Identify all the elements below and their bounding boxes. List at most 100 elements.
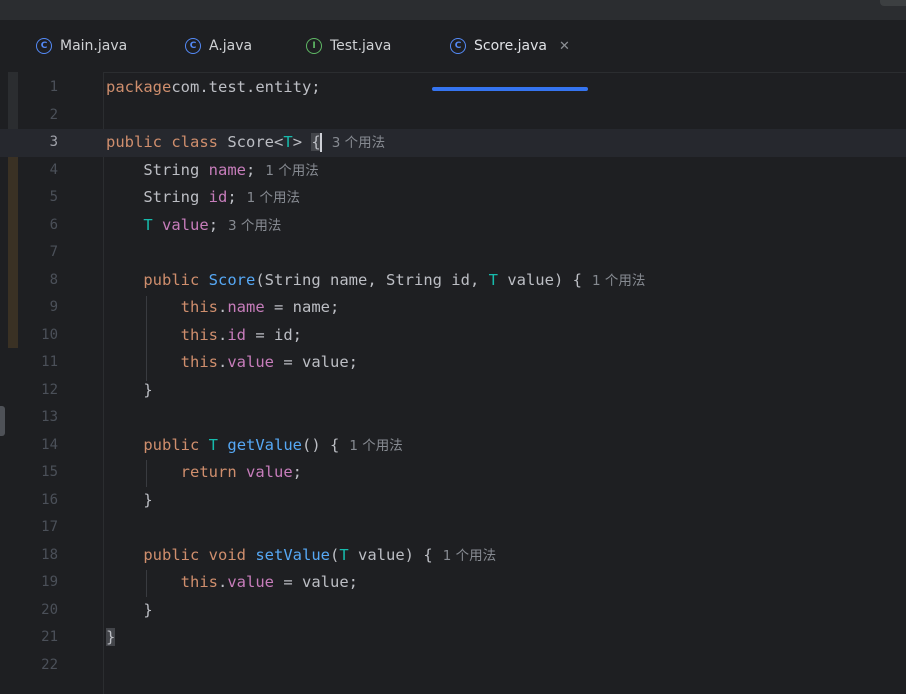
- code-token: = name;: [264, 298, 340, 316]
- line-number: 14: [41, 436, 58, 453]
- code-token: public: [143, 545, 200, 564]
- tab-test[interactable]: I Test.java: [306, 20, 391, 72]
- usages-hint[interactable]: 1 个用法: [255, 163, 318, 179]
- line-number: 11: [41, 354, 58, 370]
- code-line[interactable]: 22: [0, 652, 906, 680]
- tab-label: Main.java: [60, 38, 128, 54]
- line-number: 13: [41, 409, 58, 425]
- code-token: public: [106, 133, 162, 151]
- code-line[interactable]: 16 }: [0, 487, 906, 515]
- code-token: value) {: [497, 270, 582, 289]
- line-number: 4: [49, 161, 58, 178]
- code-text: public T getValue() {1 个用法: [106, 432, 402, 461]
- code-line[interactable]: 14 public T getValue() {1 个用法: [0, 432, 906, 460]
- code-text: this.value = value;: [106, 569, 358, 597]
- code-token: public: [143, 435, 200, 454]
- usages-hint[interactable]: 3 个用法: [218, 218, 281, 234]
- editor-tab-bar: C Main.java C A.java I Test.java C Score…: [0, 20, 906, 91]
- code-line[interactable]: 8 public Score(String name, String id, T…: [0, 267, 906, 295]
- line-number: 2: [49, 106, 58, 123]
- code-token: = id;: [246, 325, 302, 344]
- line-number: 5: [49, 189, 58, 205]
- code-text: packagecom.test.entity;: [106, 74, 321, 102]
- line-number: 22: [41, 656, 58, 673]
- code-token: ;: [245, 160, 256, 179]
- code-token: .: [217, 325, 228, 344]
- code-line[interactable]: 4 String name; 1 个用法: [0, 157, 906, 185]
- usages-hint[interactable]: 1 个用法: [582, 273, 645, 289]
- code-token: ;: [292, 463, 303, 481]
- code-line[interactable]: 19 this.value = value;: [0, 569, 906, 597]
- close-icon[interactable]: ✕: [559, 39, 570, 54]
- code-token: this: [180, 298, 218, 316]
- code-line[interactable]: 21}: [0, 624, 906, 652]
- code-token: String: [106, 188, 209, 206]
- code-line[interactable]: 1 packagecom.test.entity;: [0, 74, 906, 102]
- code-token: return: [180, 463, 237, 481]
- code-text: this.id = id;: [106, 322, 302, 350]
- usages-hint[interactable]: 1 个用法: [237, 190, 300, 206]
- code-line[interactable]: 13: [0, 404, 906, 432]
- window-corner-control[interactable]: [880, 0, 906, 6]
- line-number: 12: [41, 381, 58, 398]
- tab-main[interactable]: C Main.java: [36, 20, 127, 72]
- line-number: 9: [49, 299, 58, 315]
- code-token: name: [208, 160, 246, 179]
- line-number: 20: [41, 601, 58, 618]
- code-line[interactable]: 12 }: [0, 377, 906, 405]
- line-number: 7: [49, 244, 58, 260]
- code-token: = value;: [274, 573, 358, 591]
- code-line[interactable]: 20 }: [0, 597, 906, 625]
- line-number: 16: [41, 491, 58, 508]
- code-line[interactable]: 9 this.name = name;: [0, 294, 906, 322]
- code-token: ;: [227, 188, 237, 206]
- code-text: public class Score<T> {3 个用法: [106, 129, 385, 158]
- code-token: public: [143, 270, 200, 289]
- line-number: 18: [41, 546, 58, 563]
- code-line[interactable]: 6 T value; 3 个用法: [0, 212, 906, 240]
- code-token: id: [227, 325, 246, 344]
- code-line[interactable]: 18 public void setValue(T value) {1 个用法: [0, 542, 906, 570]
- code-line[interactable]: 5 String id; 1 个用法: [0, 184, 906, 212]
- code-line[interactable]: 15 return value;: [0, 459, 906, 487]
- class-icon: C: [450, 38, 466, 54]
- usages-hint[interactable]: 3 个用法: [322, 135, 385, 151]
- code-token: value: [227, 573, 274, 591]
- line-number: 21: [41, 629, 58, 645]
- usages-hint[interactable]: 1 个用法: [339, 438, 402, 454]
- tab-score[interactable]: C Score.java ✕: [450, 20, 570, 72]
- code-editor[interactable]: 1 packagecom.test.entity; 2 3 public class S…: [0, 74, 906, 679]
- code-line[interactable]: 11 this.value = value;: [0, 349, 906, 377]
- code-token: T: [208, 435, 219, 454]
- code-line[interactable]: 2: [0, 102, 906, 130]
- usages-hint[interactable]: 1 个用法: [433, 548, 496, 564]
- interface-icon: I: [306, 38, 322, 54]
- code-line[interactable]: 7: [0, 239, 906, 267]
- code-token: value: [227, 353, 274, 371]
- code-token: value: [162, 215, 209, 234]
- code-token: .: [217, 298, 228, 316]
- code-token: Score<: [218, 133, 284, 151]
- code-line[interactable]: 10 this.id = id;: [0, 322, 906, 350]
- code-text: return value;: [106, 459, 302, 487]
- code-line[interactable]: 3 public class Score<T> {3 个用法: [0, 129, 906, 157]
- line-number: 1: [49, 79, 58, 95]
- tab-a[interactable]: C A.java: [185, 20, 252, 72]
- code-line[interactable]: 17: [0, 514, 906, 542]
- code-text: public void setValue(T value) {1 个用法: [106, 542, 496, 571]
- code-text: this.value = value;: [106, 349, 358, 377]
- code-token: setValue: [255, 545, 330, 564]
- line-number: 6: [49, 216, 58, 233]
